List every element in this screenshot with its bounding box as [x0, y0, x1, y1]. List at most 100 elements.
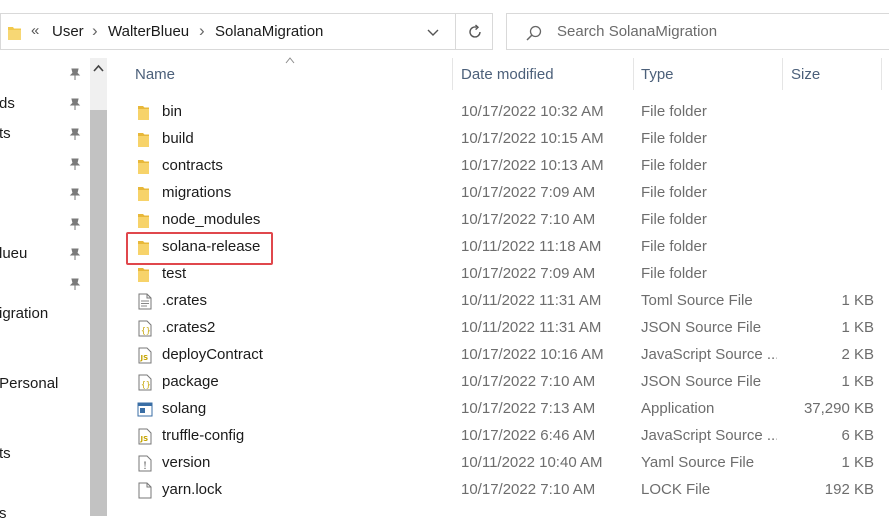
file-row[interactable]: test 10/17/2022 7:09 AM File folder — [127, 261, 889, 288]
nav-item-downloads[interactable]: ds — [0, 95, 15, 112]
pin-icon[interactable] — [68, 157, 82, 171]
file-date: 10/17/2022 6:46 AM — [461, 427, 596, 444]
breadcrumb-solanamigration[interactable]: SolanaMigration — [215, 23, 323, 40]
file-name[interactable]: .crates2 — [162, 319, 215, 336]
file-type: File folder — [641, 184, 707, 201]
refresh-icon — [469, 24, 481, 38]
js-file-icon: JS — [137, 428, 153, 445]
nav-item-network[interactable]: s — [0, 505, 7, 522]
file-name[interactable]: build — [162, 130, 194, 147]
search-icon — [526, 25, 542, 41]
file-type: Toml Source File — [641, 292, 753, 309]
folder-icon — [137, 266, 153, 283]
file-type: JSON Source File — [641, 373, 762, 390]
nav-item-this-pc[interactable]: ts — [0, 445, 11, 462]
file-date: 10/17/2022 7:10 AM — [461, 211, 596, 228]
file-row[interactable]: ! version 10/11/2022 10:40 AM Yaml Source F… — [127, 450, 889, 477]
blank-file-icon — [137, 482, 153, 499]
file-name[interactable]: migrations — [162, 184, 231, 201]
file-name[interactable]: deployContract — [162, 346, 263, 363]
file-name[interactable]: solang — [162, 400, 206, 417]
file-date: 10/17/2022 7:13 AM — [461, 400, 596, 417]
json-file-icon: {} — [137, 374, 153, 391]
file-size: 6 KB — [841, 427, 874, 444]
search-box[interactable]: Search SolanaMigration — [506, 13, 889, 50]
breadcrumb-separator[interactable]: › — [92, 21, 98, 41]
scroll-up-icon[interactable] — [93, 63, 104, 74]
column-divider[interactable] — [881, 58, 882, 90]
overflow-chevron[interactable]: « — [31, 22, 39, 39]
file-name[interactable]: yarn.lock — [162, 481, 222, 498]
file-type: Yaml Source File — [641, 454, 755, 471]
file-row[interactable]: build 10/17/2022 10:15 AM File folder — [127, 126, 889, 153]
column-header-size[interactable]: Size — [783, 58, 881, 90]
file-name[interactable]: node_modules — [162, 211, 260, 228]
column-header-date[interactable]: Date modified — [453, 58, 633, 90]
folder-icon — [137, 185, 153, 202]
breadcrumb-separator[interactable]: › — [199, 21, 205, 41]
file-name[interactable]: .crates — [162, 292, 207, 309]
pin-icon[interactable] — [68, 187, 82, 201]
svg-text:{}: {} — [141, 326, 151, 335]
file-row[interactable]: migrations 10/17/2022 7:09 AM File folder — [127, 180, 889, 207]
file-name[interactable]: package — [162, 373, 219, 390]
nav-item-walterblueu[interactable]: lueu — [0, 245, 27, 262]
nav-scrollbar[interactable] — [90, 58, 107, 516]
nav-item-solanamigration[interactable]: igration — [0, 305, 48, 322]
json-file-icon: {} — [137, 320, 153, 337]
file-row[interactable]: node_modules 10/17/2022 7:10 AM File folde… — [127, 207, 889, 234]
file-name[interactable]: version — [162, 454, 210, 471]
svg-text:!: ! — [143, 461, 147, 472]
file-name[interactable]: bin — [162, 103, 182, 120]
folder-icon — [8, 27, 21, 40]
file-name[interactable]: truffle-config — [162, 427, 244, 444]
pin-icon[interactable] — [68, 217, 82, 231]
file-row[interactable]: {} .crates2 10/11/2022 11:31 AM JSON Source… — [127, 315, 889, 342]
column-header-type[interactable]: Type — [634, 58, 782, 90]
address-bar[interactable]: « User › WalterBlueu › SolanaMigration — [0, 13, 455, 50]
pin-icon[interactable] — [68, 277, 82, 291]
file-type: File folder — [641, 211, 707, 228]
file-type: File folder — [641, 238, 707, 255]
file-row[interactable]: bin 10/17/2022 10:32 AM File folder — [127, 99, 889, 126]
file-name[interactable]: contracts — [162, 157, 223, 174]
file-row[interactable]: JS deployContract 10/17/2022 10:16 AM JavaS… — [127, 342, 889, 369]
breadcrumb-walterblueu[interactable]: WalterBlueu — [108, 23, 189, 40]
text-file-icon — [137, 293, 153, 310]
file-row[interactable]: yarn.lock 10/17/2022 7:10 AM LOCK File 192 … — [127, 477, 889, 504]
breadcrumb-user[interactable]: User — [52, 23, 84, 40]
file-type: JavaScript Source ... — [641, 427, 777, 444]
file-date: 10/17/2022 7:09 AM — [461, 265, 596, 282]
file-date: 10/17/2022 10:13 AM — [461, 157, 604, 174]
pin-icon[interactable] — [68, 127, 82, 141]
file-type: JavaScript Source ... — [641, 346, 777, 363]
file-size: 1 KB — [841, 454, 874, 471]
column-header-name[interactable]: Name — [127, 58, 452, 90]
file-row[interactable]: JS truffle-config 10/17/2022 6:46 AM JavaSc… — [127, 423, 889, 450]
chevron-down-icon[interactable] — [425, 24, 441, 40]
pin-icon[interactable] — [68, 97, 82, 111]
file-size: 1 KB — [841, 292, 874, 309]
file-size: 37,290 KB — [803, 400, 874, 417]
refresh-button[interactable] — [455, 13, 493, 50]
file-type: Application — [641, 400, 715, 417]
application-icon — [137, 401, 153, 418]
file-type: File folder — [641, 157, 707, 174]
file-name[interactable]: test — [162, 265, 186, 282]
scrollbar-thumb[interactable] — [90, 110, 107, 516]
nav-item-onedrive-personal[interactable]: - Personal — [0, 375, 58, 392]
js-file-icon: JS — [137, 347, 153, 364]
file-date: 10/17/2022 7:09 AM — [461, 184, 596, 201]
search-placeholder: Search SolanaMigration — [557, 23, 718, 40]
file-row[interactable]: contracts 10/17/2022 10:13 AM File folder — [127, 153, 889, 180]
highlight-annotation — [126, 232, 273, 265]
file-date: 10/17/2022 7:10 AM — [461, 373, 596, 390]
pin-icon[interactable] — [68, 247, 82, 261]
file-row[interactable]: solang 10/17/2022 7:13 AM Application 37,29… — [127, 396, 889, 423]
file-type: File folder — [641, 130, 707, 147]
file-row[interactable]: .crates 10/11/2022 11:31 AM Toml Source Fi… — [127, 288, 889, 315]
file-row[interactable]: {} package 10/17/2022 7:10 AM JSON Source F… — [127, 369, 889, 396]
pin-icon[interactable] — [68, 67, 82, 81]
file-type: LOCK File — [641, 481, 711, 498]
nav-item-documents[interactable]: ts — [0, 125, 11, 142]
